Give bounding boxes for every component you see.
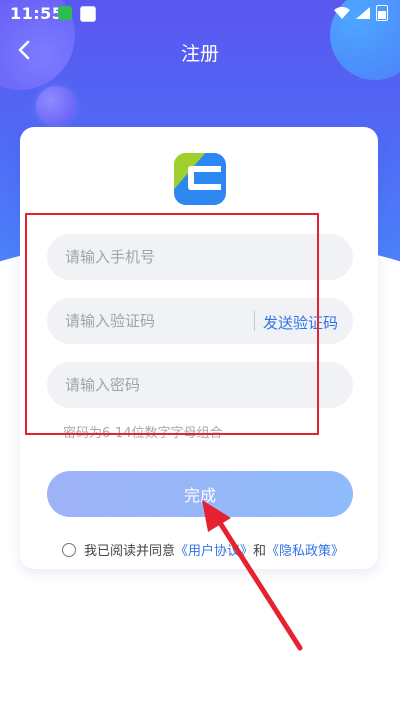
submit-button[interactable]: 完成: [47, 471, 353, 517]
wifi-icon: [334, 7, 350, 19]
status-bar: 11:55: [0, 0, 400, 28]
app-notification-icon: [58, 6, 72, 20]
page-title: 注册: [180, 43, 219, 65]
privacy-policy-link[interactable]: 《隐私政策》: [266, 540, 344, 559]
navigation-bar: 注册: [0, 34, 400, 70]
status-time: 11:55: [10, 4, 64, 23]
user-agreement-link[interactable]: 《用户协议》: [175, 540, 253, 559]
highlight-box: [25, 213, 319, 435]
battery-icon: [376, 5, 388, 21]
app-notification-icon: [80, 6, 96, 22]
agreement-conjunction: 和: [253, 544, 267, 559]
agreement-checkbox[interactable]: [62, 542, 76, 557]
decor-circle: [36, 86, 76, 126]
agreement-row: 我已阅读并同意 《用户协议》 和 《隐私政策》: [62, 540, 344, 559]
agreement-text: 我已阅读并同意: [84, 544, 176, 559]
signal-icon: [356, 7, 370, 19]
app-logo: [174, 153, 226, 205]
